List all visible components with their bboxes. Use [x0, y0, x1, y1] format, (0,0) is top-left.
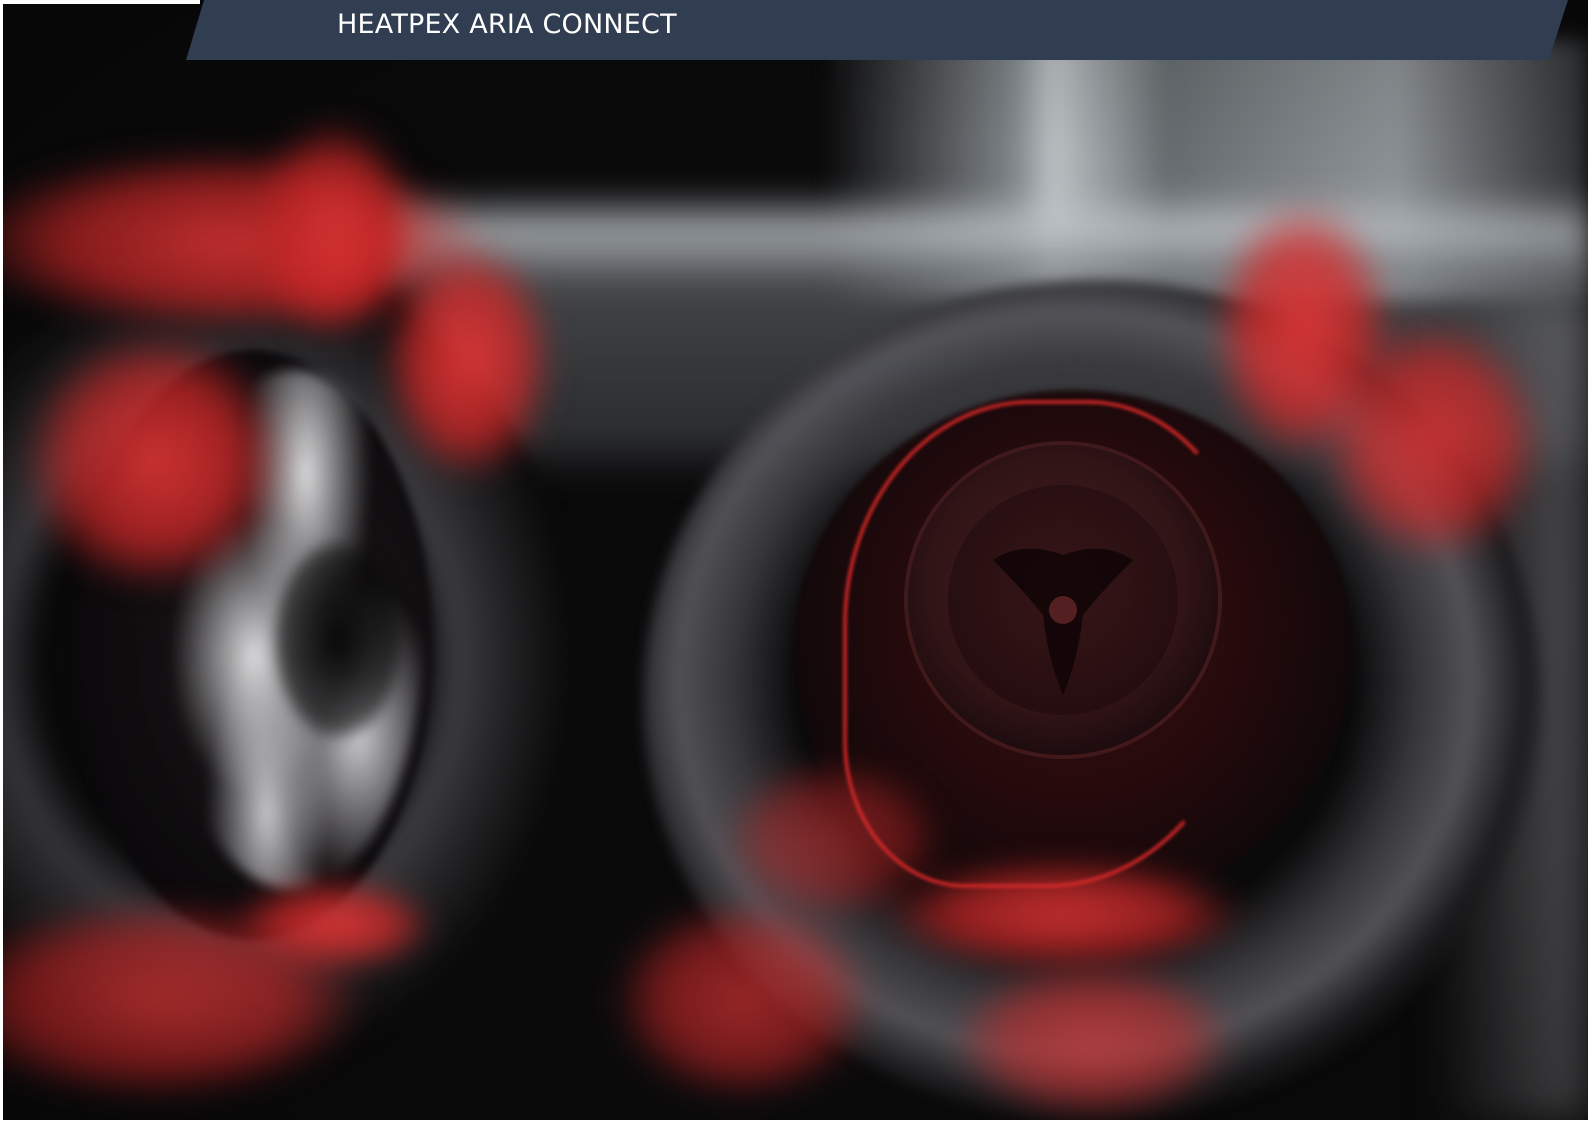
brochure-page: HEATPEX ARIA CONNECT	[0, 0, 1588, 1123]
top-left-margin	[3, 0, 200, 4]
photo-vignette	[3, 0, 1588, 1120]
page-title: HEATPEX ARIA CONNECT	[337, 9, 677, 40]
hero-photo-pipe-valve	[3, 0, 1588, 1120]
